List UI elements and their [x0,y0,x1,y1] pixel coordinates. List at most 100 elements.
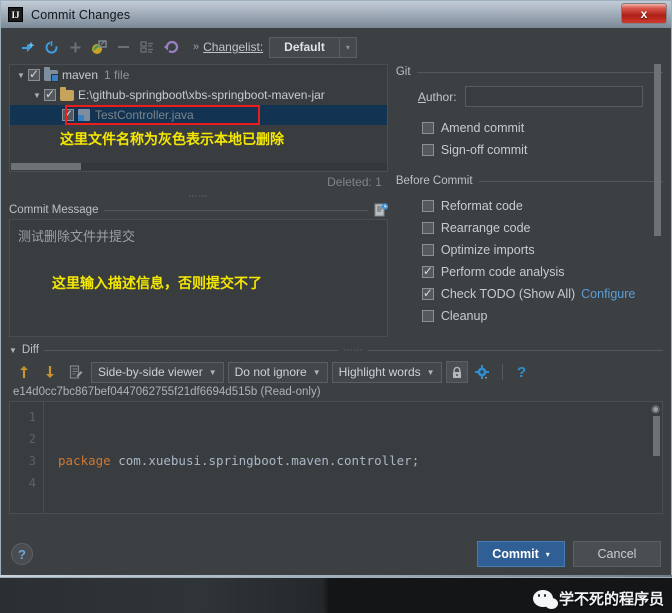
left-column: ▼ maven 1 file ▼ E:\github-springboot\xb… [9,64,389,337]
checkbox-box[interactable] [421,222,434,234]
check-todo-checkbox[interactable]: Check TODO (Show All) Configure [421,283,663,305]
commit-message-input[interactable]: 测试删除文件并提交 这里输入描述信息，否则提交不了 [9,219,388,337]
help-button[interactable]: ? [11,543,33,565]
author-label: Author: [417,89,457,104]
divider [43,349,339,351]
line-number-gutter: 1 2 3 4 [10,402,44,513]
help-icon[interactable]: ? [511,361,533,383]
checkbox-box[interactable] [421,286,434,300]
before-commit-group-header: Before Commit [396,173,663,189]
git-group-header: Git [396,64,663,80]
twisty-icon[interactable]: ▼ [14,71,28,80]
close-button[interactable]: x [621,3,667,24]
group-by-icon[interactable] [135,36,159,58]
line-number: 4 [28,476,36,490]
tree-checkbox-file[interactable] [62,107,74,121]
commit-button[interactable]: Commit ▾ [477,541,565,567]
reformat-code-checkbox[interactable]: Reformat code [421,195,663,217]
rollback-icon[interactable] [159,36,183,58]
tree-row-file[interactable]: TestController.java [10,105,387,125]
folder-icon [60,86,74,101]
diff-editor[interactable]: 1 2 3 4 package com.xuebusi.springboot.m… [9,401,663,514]
perform-code-analysis-checkbox[interactable]: Perform code analysis [421,261,663,283]
perform-code-analysis-label: Perform code analysis [440,265,565,279]
chevron-down-icon[interactable]: ▾ [546,550,550,559]
diff-code-content[interactable]: package com.xuebusi.springboot.maven.con… [44,402,662,513]
whitespace-mode-combo[interactable]: Do not ignore ▼ [227,361,328,383]
move-to-changelist-icon[interactable] [87,36,111,58]
watermark: 学不死的程序员 [532,588,664,609]
lock-icon[interactable] [445,361,468,383]
changelist-chevrons-icon: » [193,41,200,53]
tree-row-directory[interactable]: ▼ E:\github-springboot\xbs-springboot-ma… [10,85,387,105]
divider [104,209,368,211]
amend-commit-checkbox[interactable]: Amend commit [421,117,663,139]
chevron-down-icon[interactable]: ▼ [427,368,435,377]
tree-annotation-text: 这里文件名称为灰色表示本地已删除 [60,132,284,148]
tree-horizontal-scrollbar[interactable] [11,163,387,170]
checkbox-box[interactable] [421,200,434,212]
rearrange-code-label: Rearrange code [440,221,531,235]
chevron-down-icon[interactable]: ▾ [338,37,356,57]
tree-checkbox-directory[interactable] [44,87,56,101]
divider [368,349,663,351]
collapse-caret-icon[interactable]: ▼ [9,346,17,355]
dialog-body: » Changelist: Default ▾ ▼ maven 1 file [1,28,671,577]
splitter-grip[interactable]: ⋯⋯ [9,191,388,201]
diff-section-label: Diff [21,344,39,356]
checkbox-box[interactable] [421,144,434,156]
cleanup-checkbox[interactable]: Cleanup [421,305,663,327]
tree-checkbox-module[interactable] [28,67,40,81]
gear-icon[interactable] [472,361,494,383]
diff-splitter-grip[interactable]: ⋯⋯ [343,345,363,356]
author-input[interactable] [464,86,643,107]
tree-row-module[interactable]: ▼ maven 1 file [10,65,387,85]
title-bar: IJ Commit Changes x [1,1,671,28]
checkbox-box[interactable] [421,244,434,256]
right-column: Git Author: Amend commit Sign-off commit [396,64,663,337]
line-number: 1 [28,410,36,424]
show-diff-icon[interactable] [15,36,39,58]
checkbox-box[interactable] [421,310,434,322]
whitespace-mode-value: Do not ignore [234,365,307,379]
configure-link[interactable]: Configure [581,287,635,301]
check-todo-label: Check TODO (Show All) [440,287,576,301]
arrow-down-icon[interactable] [39,361,61,383]
toolbar-separator [501,364,503,380]
edit-source-icon[interactable] [65,361,87,383]
history-icon[interactable] [374,203,389,217]
sign-off-commit-checkbox[interactable]: Sign-off commit [421,139,663,161]
checkbox-box[interactable] [421,122,434,134]
rearrange-code-checkbox[interactable]: Rearrange code [421,217,663,239]
editor-vertical-scrollbar[interactable] [653,416,660,456]
line-number: 3 [28,454,36,468]
line-number: 2 [28,432,36,446]
tree-label-directory: E:\github-springboot\xbs-springboot-mave… [78,88,325,102]
checkbox-box[interactable] [421,264,434,278]
changes-toolbar: » Changelist: Default ▾ [9,34,663,60]
dialog-footer: ? Commit ▾ Cancel [1,531,671,577]
optimize-imports-checkbox[interactable]: Optimize imports [421,239,663,261]
divider [416,71,663,73]
divider [478,180,663,182]
viewer-mode-value: Side-by-side viewer [98,365,203,379]
changelist-combo[interactable]: Default ▾ [269,36,357,58]
java-file-icon [78,109,90,121]
cancel-button[interactable]: Cancel [573,541,661,567]
commit-message-annotation: 这里输入描述信息，否则提交不了 [52,276,262,292]
highlight-mode-combo[interactable]: Highlight words ▼ [331,361,442,383]
add-icon[interactable] [63,36,87,58]
deleted-count-label: Deleted: 1 [327,175,382,189]
viewer-mode-combo[interactable]: Side-by-side viewer ▼ [91,361,224,383]
changes-tree[interactable]: ▼ maven 1 file ▼ E:\github-springboot\xb… [9,64,388,172]
eye-icon[interactable]: ◉ [651,404,660,415]
tree-file-count: 1 file [104,68,130,82]
right-panel-scrollbar[interactable] [654,64,661,252]
commit-changes-dialog: IJ Commit Changes x » Changelist: Defaul… [0,0,672,578]
twisty-icon[interactable]: ▼ [30,91,44,100]
delete-icon[interactable] [111,36,135,58]
refresh-icon[interactable] [39,36,63,58]
chevron-down-icon[interactable]: ▼ [313,368,321,377]
arrow-up-icon[interactable] [13,361,35,383]
chevron-down-icon[interactable]: ▼ [209,368,217,377]
